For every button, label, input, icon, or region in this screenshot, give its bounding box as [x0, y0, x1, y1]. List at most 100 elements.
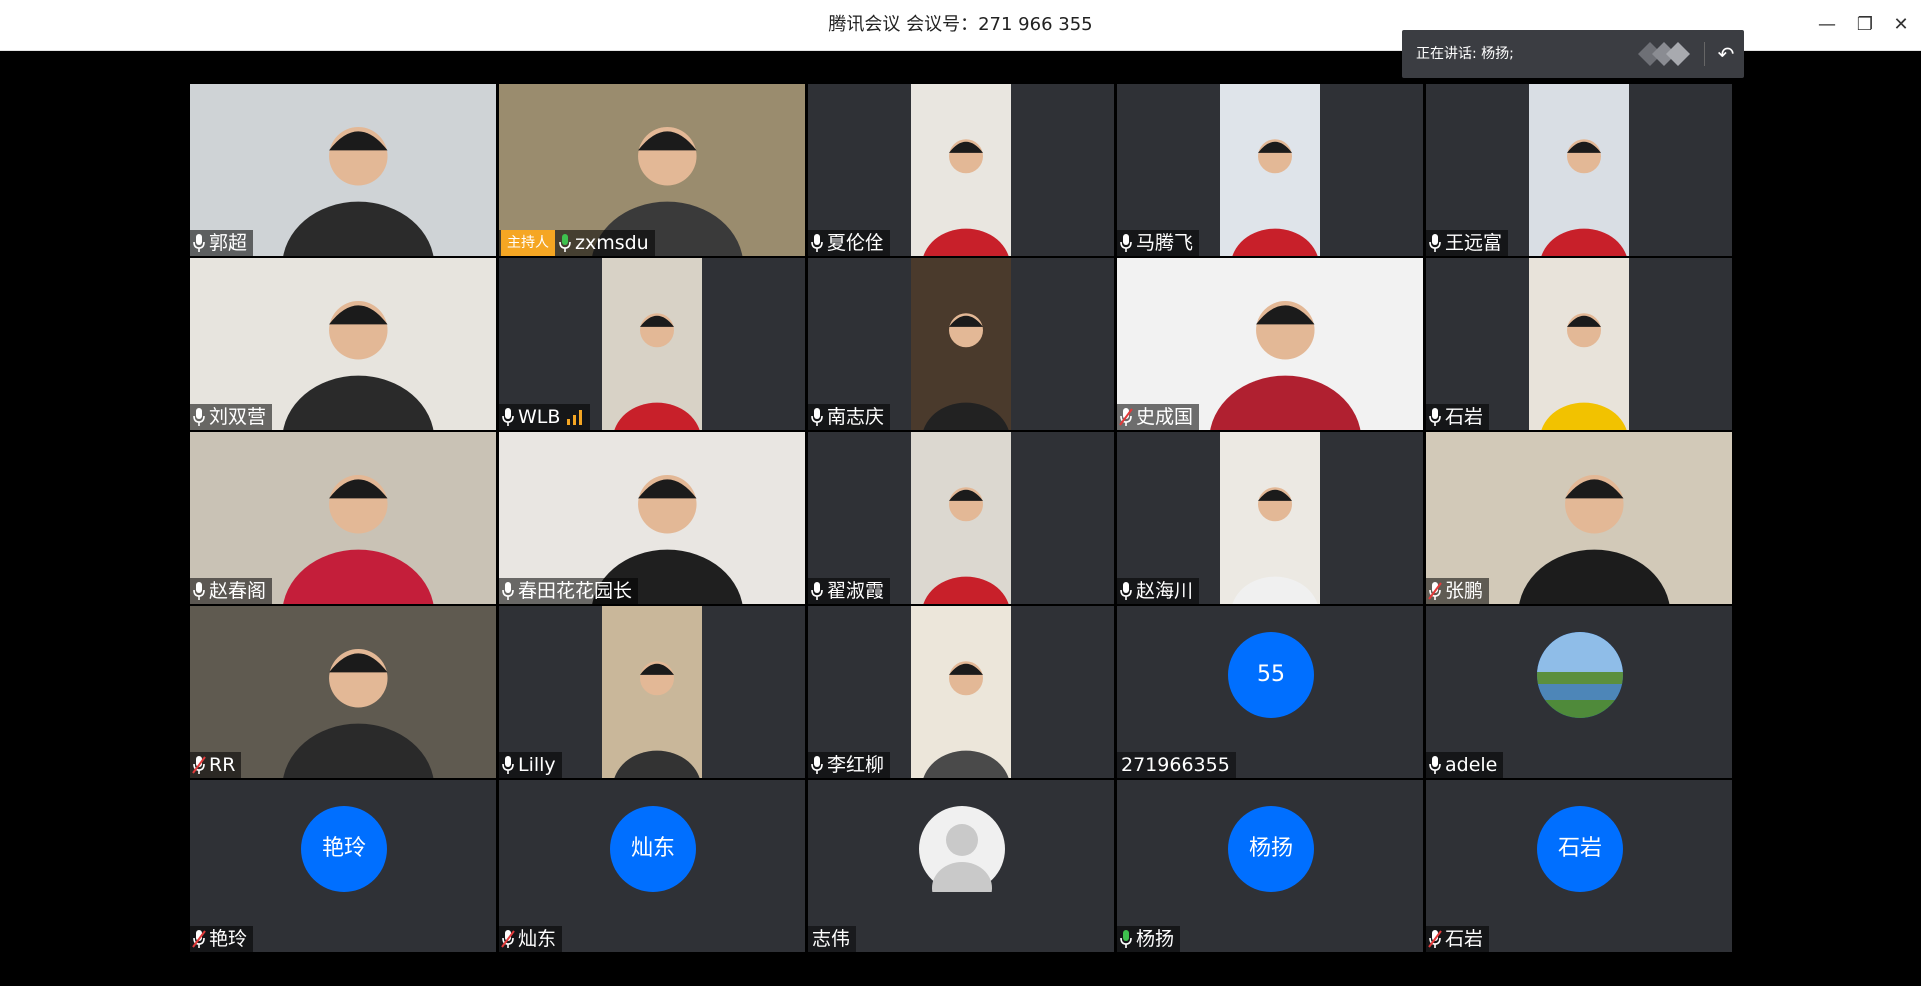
participant-name: RR [209, 754, 236, 776]
participant-video [911, 606, 1011, 778]
participant-tile[interactable]: 石岩 石岩 [1426, 780, 1732, 952]
video-grid: 郭超 主持人 zxmsdu 夏伦佺 马腾飞 王远富 刘双营 WLB 南志庆 史成国 石岩 赵春阁 春田花… [190, 84, 1732, 952]
microphone-icon [810, 407, 827, 427]
participant-tile[interactable]: 主持人 zxmsdu [499, 84, 805, 256]
participant-nametag: 刘双营 [190, 404, 273, 430]
participant-name: 郭超 [209, 232, 248, 254]
participant-nametag: 李红柳 [808, 752, 891, 778]
participant-tile[interactable]: 石岩 [1426, 258, 1732, 430]
microphone-icon [1428, 755, 1445, 775]
participant-nametag: Lilly [499, 752, 562, 778]
participant-nametag: 王远富 [1426, 230, 1509, 256]
participant-name: adele [1445, 754, 1498, 776]
microphone-icon [810, 581, 827, 601]
microphone-icon [810, 233, 827, 253]
microphone-icon [192, 581, 209, 601]
participant-avatar: 艳玲 [301, 806, 387, 892]
participant-video [911, 258, 1011, 430]
participant-name: 夏伦佺 [827, 232, 885, 254]
participant-nametag: 南志庆 [808, 404, 891, 430]
participant-avatar: 55 [1228, 632, 1314, 718]
participant-nametag: 夏伦佺 [808, 230, 891, 256]
participant-video [911, 432, 1011, 604]
participant-avatar [1537, 632, 1623, 718]
participant-nametag: 张鹏 [1426, 578, 1490, 604]
participant-name: 赵春阁 [209, 580, 267, 602]
participant-tile[interactable]: 南志庆 [808, 258, 1114, 430]
microphone-icon [558, 233, 575, 253]
speaking-indicator: 正在讲话: 杨扬; ↶ [1402, 30, 1744, 78]
microphone-icon [1119, 581, 1136, 601]
participant-avatar: 杨扬 [1228, 806, 1314, 892]
participant-tile[interactable]: 赵海川 [1117, 432, 1423, 604]
participant-name: 刘双营 [209, 406, 267, 428]
participant-tile[interactable]: 刘双营 [190, 258, 496, 430]
participant-video [1529, 84, 1629, 256]
mic-muted-icon [1428, 581, 1445, 601]
participant-name: 271966355 [1121, 754, 1230, 776]
participant-tile[interactable]: 马腾飞 [1117, 84, 1423, 256]
participant-nametag: 主持人 zxmsdu [499, 230, 655, 256]
close-button[interactable]: ✕ [1884, 10, 1918, 40]
participant-name: zxmsdu [575, 232, 649, 254]
participant-tile[interactable]: 夏伦佺 [808, 84, 1114, 256]
participant-video [602, 606, 702, 778]
microphone-icon [192, 233, 209, 253]
participant-tile[interactable]: 张鹏 [1426, 432, 1732, 604]
microphone-icon [1428, 233, 1445, 253]
participant-tile[interactable]: 杨扬 杨扬 [1117, 780, 1423, 952]
microphone-icon [501, 755, 518, 775]
participant-tile[interactable]: 翟淑霞 [808, 432, 1114, 604]
participant-tile[interactable]: 艳玲 艳玲 [190, 780, 496, 952]
participant-name: WLB [518, 406, 561, 428]
participant-nametag: 石岩 [1426, 926, 1490, 952]
participant-tile[interactable]: 李红柳 [808, 606, 1114, 778]
participant-nametag: 赵海川 [1117, 578, 1200, 604]
microphone-icon [1119, 233, 1136, 253]
participant-nametag: 翟淑霞 [808, 578, 891, 604]
participant-tile[interactable]: 春田花花园长 [499, 432, 805, 604]
participant-nametag: 赵春阁 [190, 578, 273, 604]
microphone-icon [501, 407, 518, 427]
divider [1704, 42, 1705, 66]
microphone-icon [192, 407, 209, 427]
participant-tile[interactable]: WLB [499, 258, 805, 430]
participant-tile[interactable]: 郭超 [190, 84, 496, 256]
participant-avatar: 灿东 [610, 806, 696, 892]
participant-tile[interactable]: RR [190, 606, 496, 778]
participant-nametag: 春田花花园长 [499, 578, 639, 604]
participant-tile[interactable]: Lilly [499, 606, 805, 778]
participant-nametag: 灿东 [499, 926, 563, 952]
participant-name: 赵海川 [1136, 580, 1194, 602]
participant-video [1220, 432, 1320, 604]
host-badge: 主持人 [501, 230, 555, 256]
participant-tile[interactable]: adele [1426, 606, 1732, 778]
participant-name: 王远富 [1445, 232, 1503, 254]
mic-muted-icon [501, 929, 518, 949]
minimize-button[interactable]: — [1810, 10, 1844, 40]
participant-name: 南志庆 [827, 406, 885, 428]
participant-tile[interactable]: 王远富 [1426, 84, 1732, 256]
participant-tile[interactable]: 55 271966355 [1117, 606, 1423, 778]
participant-name: 石岩 [1445, 928, 1484, 950]
participant-nametag: WLB [499, 404, 591, 430]
microphone-icon [810, 755, 827, 775]
participant-tile[interactable]: 志伟 [808, 780, 1114, 952]
participant-tile[interactable]: 赵春阁 [190, 432, 496, 604]
collapse-back-icon[interactable]: ↶ [1712, 40, 1740, 68]
participant-name: 马腾飞 [1136, 232, 1194, 254]
participant-video [1529, 258, 1629, 430]
restore-button[interactable]: ❐ [1848, 10, 1882, 40]
participant-video [911, 84, 1011, 256]
participant-name: 艳玲 [209, 928, 248, 950]
participant-nametag: 郭超 [190, 230, 254, 256]
speaking-label: 正在讲话: 杨扬; [1416, 46, 1514, 62]
participant-nametag: 杨扬 [1117, 926, 1181, 952]
participant-name: 史成国 [1136, 406, 1194, 428]
participant-avatar [919, 806, 1005, 914]
mic-muted-icon [1119, 407, 1136, 427]
participant-tile[interactable]: 史成国 [1117, 258, 1423, 430]
participant-tile[interactable]: 灿东 灿东 [499, 780, 805, 952]
participant-avatar: 石岩 [1537, 806, 1623, 892]
participant-name: 志伟 [812, 928, 851, 950]
